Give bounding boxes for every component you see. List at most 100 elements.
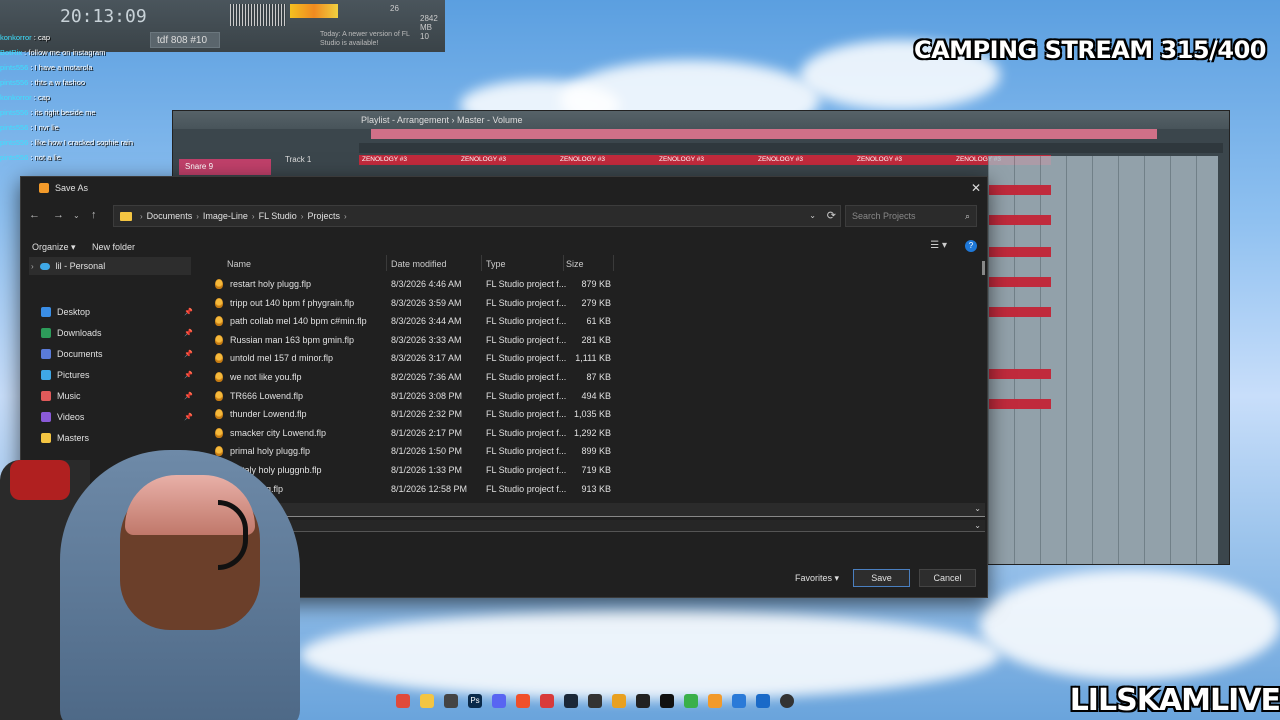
chevron-down-icon[interactable]: ⌄	[809, 211, 816, 220]
chat-message: pints556 : thts a w fashoo	[0, 78, 86, 87]
app-icon[interactable]	[756, 694, 770, 708]
nav-item-pictures[interactable]: Pictures 📌	[41, 366, 193, 384]
forward-icon[interactable]: →	[53, 209, 64, 221]
update-hint[interactable]: Today: A newer version of FL Studio is a…	[320, 30, 430, 48]
clip[interactable]	[989, 215, 1051, 225]
discord-icon[interactable]	[492, 694, 506, 708]
column-size[interactable]: Size	[566, 259, 584, 269]
brave-icon[interactable]	[516, 694, 530, 708]
breadcrumb-fl-studio[interactable]: FL Studio	[259, 211, 297, 221]
address-bar[interactable]: › Documents › Image-Line › FL Studio › P…	[113, 205, 841, 227]
playlist-scroll-overview[interactable]	[371, 129, 1157, 139]
file-list[interactable]: Name Date modified Type Size restart hol…	[207, 255, 985, 503]
pin-icon[interactable]: 📌	[184, 329, 193, 337]
file-row[interactable]: we not like you.flp 8/2/2026 7:36 AM FL St…	[215, 368, 623, 386]
app-icon[interactable]	[636, 694, 650, 708]
clip[interactable]	[989, 369, 1051, 379]
chrome-icon[interactable]	[396, 694, 410, 708]
file-name: we not like you.flp	[230, 372, 302, 382]
back-icon[interactable]: ←	[29, 209, 40, 221]
new-folder-button[interactable]: New folder	[92, 242, 135, 252]
nav-item-downloads[interactable]: Downloads 📌	[41, 324, 193, 342]
file-explorer-icon[interactable]	[420, 694, 434, 708]
nav-item-music[interactable]: Music 📌	[41, 387, 193, 405]
track-1-label[interactable]: Track 1	[285, 155, 311, 164]
photoshop-icon[interactable]: Ps	[468, 694, 482, 708]
favorites-button[interactable]: Favorites ▾	[795, 573, 839, 584]
save-as-type-select[interactable]: ⌄	[261, 520, 985, 532]
column-name[interactable]: Name	[227, 259, 251, 269]
clip[interactable]	[989, 247, 1051, 257]
help-icon[interactable]: ?	[965, 240, 977, 252]
chat-text: like how I cracked sophie rain	[34, 138, 134, 147]
app-icon[interactable]	[684, 694, 698, 708]
clip-row[interactable]: ZENOLOGY #3 ZENOLOGY #3 ZENOLOGY #3 ZENOLOG…	[359, 155, 1051, 165]
pin-icon[interactable]: 📌	[184, 350, 193, 358]
calculator-icon[interactable]	[444, 694, 458, 708]
chevron-down-icon[interactable]: ⌄	[974, 521, 981, 530]
track-label[interactable]: Snare 9	[179, 159, 271, 175]
file-row[interactable]: restart holy plugg.flp 8/3/2026 4:46 AM FL…	[215, 275, 623, 293]
flp-file-icon	[215, 353, 223, 364]
app-icon[interactable]	[732, 694, 746, 708]
chat-text: I have a motarola	[34, 63, 93, 72]
recent-dropdown-icon[interactable]: ⌄	[73, 211, 80, 220]
file-date: 8/1/2026 2:32 PM	[391, 409, 463, 420]
fl-studio-icon[interactable]	[708, 694, 722, 708]
column-divider[interactable]	[563, 255, 564, 271]
app-icon[interactable]	[612, 694, 626, 708]
chat-text: I nvr lie	[34, 123, 59, 132]
cloud	[980, 570, 1280, 680]
save-button[interactable]: Save	[853, 569, 910, 587]
breadcrumb-documents[interactable]: Documents	[147, 211, 193, 221]
organize-button[interactable]: Organize ▾	[32, 242, 76, 253]
pin-icon[interactable]: 📌	[184, 308, 193, 316]
file-name-input[interactable]: ⌄	[261, 503, 985, 517]
nav-item-documents[interactable]: Documents 📌	[41, 345, 193, 363]
file-size: 281 KB	[581, 334, 611, 345]
nav-item-personal[interactable]: › lil - Personal	[29, 257, 191, 275]
nav-item-desktop[interactable]: Desktop 📌	[41, 303, 193, 321]
breadcrumb-projects[interactable]: Projects	[307, 211, 340, 221]
up-icon[interactable]: ↑	[91, 209, 97, 221]
capcut-icon[interactable]	[660, 694, 674, 708]
pin-icon[interactable]: 📌	[184, 371, 193, 379]
cancel-button[interactable]: Cancel	[919, 569, 976, 587]
timeline-ruler[interactable]	[359, 143, 1223, 153]
refresh-icon[interactable]: ⟳	[827, 209, 836, 222]
clip[interactable]	[989, 399, 1051, 409]
app-icon[interactable]	[540, 694, 554, 708]
column-divider[interactable]	[481, 255, 482, 271]
file-row[interactable]: path collab mel 140 bpm c#min.flp 8/3/202…	[215, 312, 623, 330]
column-divider[interactable]	[386, 255, 387, 271]
column-date-modified[interactable]: Date modified	[391, 259, 447, 269]
file-type: FL Studio project f...	[486, 372, 567, 382]
view-options-icon[interactable]: ☰ ▾	[930, 240, 947, 251]
clip[interactable]	[989, 277, 1051, 287]
chevron-down-icon[interactable]: ⌄	[974, 504, 981, 513]
clip[interactable]	[989, 185, 1051, 195]
chat-text: thts a w fashoo	[34, 78, 86, 87]
steam-icon[interactable]	[564, 694, 578, 708]
cloud-icon	[39, 262, 50, 270]
file-row[interactable]: Russian man 163 bpm gmin.flp 8/3/2026 3:3…	[215, 331, 623, 349]
chat-text: cap	[37, 33, 51, 42]
column-type[interactable]: Type	[486, 259, 506, 269]
app-icon[interactable]	[588, 694, 602, 708]
clip[interactable]	[989, 307, 1051, 317]
nav-personal-label: lil - Personal	[55, 261, 106, 271]
close-icon[interactable]: ✕	[971, 181, 981, 195]
column-divider[interactable]	[613, 255, 614, 271]
file-row[interactable]: TR666 Lowend.flp 8/1/2026 3:08 PM FL Studi…	[215, 387, 623, 405]
pin-icon[interactable]: 📌	[184, 392, 193, 400]
file-date: 8/1/2026 1:33 PM	[391, 465, 463, 475]
chevron-right-icon: ›	[31, 261, 34, 271]
obs-icon[interactable]	[780, 694, 794, 708]
search-input[interactable]: Search Projects ⌕	[845, 205, 977, 227]
file-row[interactable]: untold mel 157 d minor.flp 8/3/2026 3:17 …	[215, 349, 623, 367]
master-meter	[290, 4, 338, 18]
scrollbar[interactable]	[982, 261, 985, 275]
breadcrumb-image-line[interactable]: Image-Line	[203, 211, 248, 221]
file-row[interactable]: tripp out 140 bpm f phygrain.flp 8/3/2026…	[215, 294, 623, 312]
stream-title: CAMPING STREAM 315/400	[913, 36, 1267, 64]
